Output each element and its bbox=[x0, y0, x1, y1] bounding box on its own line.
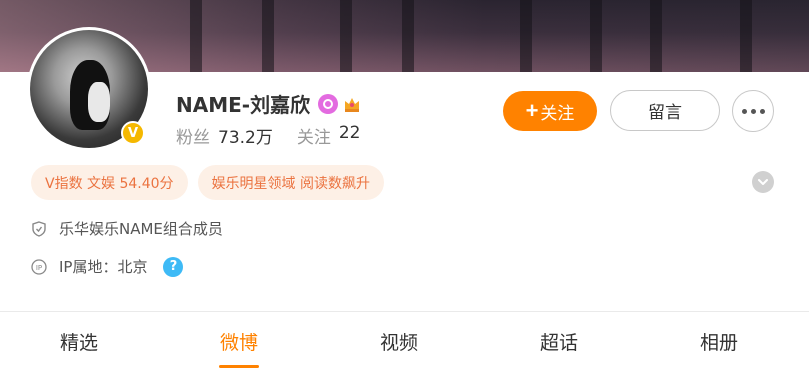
profile-name: NAME-刘嘉欣 bbox=[176, 93, 311, 117]
tab-label: 精选 bbox=[59, 332, 99, 354]
cover-post bbox=[262, 0, 274, 72]
profile-stats: 粉丝 73.2万 关注 22 bbox=[176, 123, 385, 148]
tab-featured[interactable]: 精选 bbox=[60, 328, 98, 355]
crown-icon[interactable] bbox=[342, 94, 362, 114]
shield-icon bbox=[31, 220, 47, 237]
stat-followers[interactable]: 粉丝 73.2万 bbox=[176, 123, 273, 148]
more-dots-icon bbox=[741, 108, 765, 114]
tab-label: 视频 bbox=[379, 332, 419, 354]
cover-post bbox=[190, 0, 202, 72]
message-button[interactable]: 留言 bbox=[610, 90, 720, 131]
avatar-figure-highlight bbox=[88, 82, 110, 122]
tab-label: 超话 bbox=[539, 332, 579, 354]
stat-label: 粉丝 bbox=[176, 128, 210, 148]
plus-icon: + bbox=[525, 98, 539, 123]
tab-supertopic[interactable]: 超话 bbox=[540, 328, 578, 355]
cover-post bbox=[650, 0, 662, 72]
follow-button[interactable]: + 关注 bbox=[503, 91, 597, 131]
active-tab-indicator bbox=[219, 365, 259, 368]
cover-post bbox=[590, 0, 602, 72]
cover-post bbox=[520, 0, 532, 72]
expand-chevron-down-icon[interactable] bbox=[752, 171, 774, 193]
tab-video[interactable]: 视频 bbox=[380, 328, 418, 355]
help-icon[interactable]: ? bbox=[163, 256, 184, 277]
svip-icon[interactable] bbox=[318, 93, 339, 114]
svg-text:IP: IP bbox=[36, 264, 42, 272]
info-ip-location: IP IP属地：北京 ? bbox=[31, 256, 184, 277]
follow-label: 关注 bbox=[540, 103, 575, 123]
ip-icon: IP bbox=[31, 258, 47, 275]
name-row: NAME-刘嘉欣 bbox=[176, 89, 362, 118]
profile-tabs: 精选 微博 视频 超话 相册 bbox=[0, 312, 809, 375]
tab-label: 相册 bbox=[699, 332, 739, 354]
stat-following[interactable]: 关注 22 bbox=[297, 123, 361, 148]
cover-post bbox=[402, 0, 414, 72]
tab-album[interactable]: 相册 bbox=[700, 328, 738, 355]
tab-weibo[interactable]: 微博 bbox=[219, 328, 259, 368]
stat-label: 关注 bbox=[296, 128, 331, 148]
tab-label: 微博 bbox=[219, 332, 258, 354]
stat-value: 73.2万 bbox=[218, 128, 273, 148]
tag-list: V指数 文娱 54.40分 娱乐明星领域 阅读数飙升 bbox=[31, 165, 394, 200]
tag-trending[interactable]: 娱乐明星领域 阅读数飙升 bbox=[197, 165, 385, 200]
ip-location-text: IP属地：北京 bbox=[59, 258, 148, 276]
cover-post bbox=[340, 0, 352, 72]
description-text: 乐华娱乐NAME组合成员 bbox=[59, 220, 223, 238]
tag-v-index[interactable]: V指数 文娱 54.40分 bbox=[31, 165, 188, 200]
message-label: 留言 bbox=[648, 103, 682, 122]
more-button[interactable] bbox=[732, 90, 774, 132]
cover-post bbox=[740, 0, 752, 72]
info-description: 乐华娱乐NAME组合成员 bbox=[31, 218, 223, 239]
stat-value: 22 bbox=[338, 123, 361, 143]
verified-badge-icon: V bbox=[121, 121, 145, 145]
